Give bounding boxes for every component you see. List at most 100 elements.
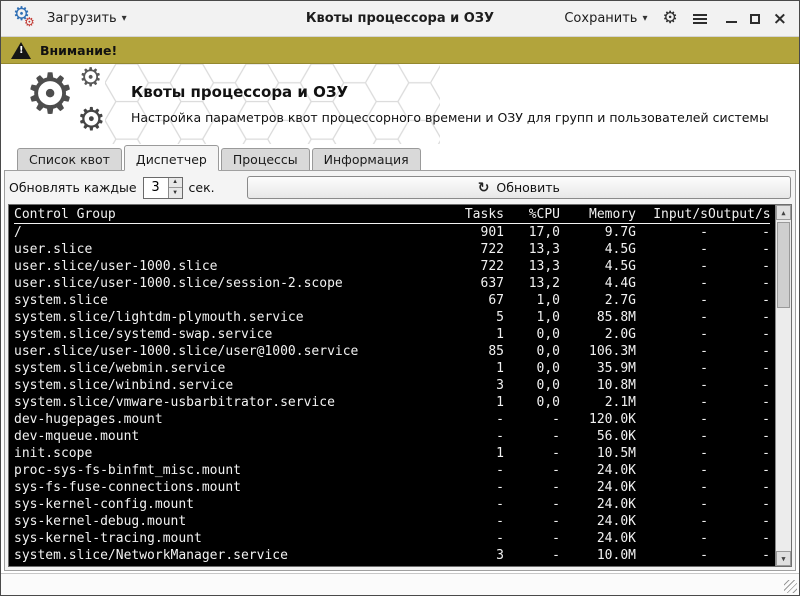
cgroup-name-cell: sys-kernel-config.mount: [14, 496, 444, 513]
cgroup-name-cell: system.slice: [14, 292, 444, 309]
table-row[interactable]: user.slice/user-1000.slice/user@1000.ser…: [14, 343, 770, 360]
value-cell: 0,0: [504, 343, 560, 360]
table-row[interactable]: user.slice72213,34.5G--: [14, 241, 770, 258]
value-cell: -: [444, 496, 504, 513]
interval-label: Обновлять каждые: [9, 180, 137, 195]
resize-grip[interactable]: [784, 580, 797, 593]
value-cell: -: [504, 513, 560, 530]
value-cell: 10.8M: [560, 377, 636, 394]
value-cell: -: [636, 496, 708, 513]
value-cell: -: [636, 513, 708, 530]
cgroup-terminal: Control GroupTasks%CPUMemoryInput/sOutpu…: [8, 204, 792, 567]
page-header: ⚙ ⚙ ⚙ Квоты процессора и ОЗУ Настройка п…: [1, 64, 799, 144]
value-cell: -: [708, 224, 770, 241]
cgroup-name-cell: system.slice/winbind.service: [14, 377, 444, 394]
value-cell: -: [708, 394, 770, 411]
load-menu-button[interactable]: Загрузить ▾: [47, 11, 127, 26]
interval-up-button[interactable]: ▲: [169, 178, 182, 188]
column-header: Tasks: [444, 207, 504, 222]
tab-quota-list[interactable]: Список квот: [17, 148, 122, 170]
table-row[interactable]: sys-fs-fuse-connections.mount--24.0K--: [14, 479, 770, 496]
table-row[interactable]: init.scope1-10.5M--: [14, 445, 770, 462]
window-close-button[interactable]: ×: [773, 12, 787, 26]
cgroup-name-cell: sys-kernel-debug.mount: [14, 513, 444, 530]
titlebar: ⚙ ⚙ Загрузить ▾ Квоты процессора и ОЗУ С…: [1, 1, 799, 37]
dispatcher-panel: Обновлять каждые ▲ ▼ сек. ↻ Обновить Con…: [4, 170, 796, 571]
tab-dispatcher[interactable]: Диспетчер: [124, 145, 219, 171]
tab-information[interactable]: Информация: [312, 148, 421, 170]
value-cell: -: [708, 479, 770, 496]
value-cell: 901: [444, 224, 504, 241]
interval-down-button[interactable]: ▼: [169, 187, 182, 198]
refresh-button[interactable]: ↻ Обновить: [247, 176, 791, 199]
value-cell: 3: [444, 547, 504, 564]
table-row[interactable]: user.slice/user-1000.slice/session-2.sco…: [14, 275, 770, 292]
value-cell: -: [444, 428, 504, 445]
table-row[interactable]: sys-kernel-config.mount--24.0K--: [14, 496, 770, 513]
table-row[interactable]: user.slice/user-1000.slice72213,34.5G--: [14, 258, 770, 275]
scrollbar-thumb[interactable]: [777, 222, 790, 308]
chevron-down-icon: ▾: [642, 13, 647, 24]
value-cell: 35.9M: [560, 360, 636, 377]
value-cell: 1,0: [504, 292, 560, 309]
app-logo: ⚙ ⚙ ⚙: [25, 67, 121, 141]
table-row[interactable]: system.slice/lightdm-plymouth.service51,…: [14, 309, 770, 326]
table-row[interactable]: sys-kernel-debug.mount--24.0K--: [14, 513, 770, 530]
value-cell: -: [444, 530, 504, 547]
status-bar: [1, 573, 799, 595]
value-cell: 1: [444, 445, 504, 462]
value-cell: 4.5G: [560, 241, 636, 258]
table-row[interactable]: dev-hugepages.mount--120.0K--: [14, 411, 770, 428]
value-cell: -: [444, 462, 504, 479]
cgroup-name-cell: system.slice/NetworkManager.service: [14, 547, 444, 564]
logo-gear-large-icon: ⚙: [25, 67, 75, 123]
value-cell: -: [636, 275, 708, 292]
cgroup-name-cell: init.scope: [14, 445, 444, 462]
vertical-scrollbar[interactable]: ▲ ▼: [775, 205, 791, 566]
value-cell: 13,2: [504, 275, 560, 292]
value-cell: -: [636, 292, 708, 309]
value-cell: 1: [444, 360, 504, 377]
value-cell: -: [636, 462, 708, 479]
table-row[interactable]: system.slice/systemd-swap.service10,02.0…: [14, 326, 770, 343]
table-row[interactable]: /90117,09.7G--: [14, 224, 770, 241]
scroll-down-button[interactable]: ▼: [776, 551, 791, 566]
value-cell: 24.0K: [560, 513, 636, 530]
table-row[interactable]: system.slice/vmware-usbarbitrator.servic…: [14, 394, 770, 411]
value-cell: -: [444, 411, 504, 428]
table-row[interactable]: system.slice/winbind.service30,010.8M--: [14, 377, 770, 394]
save-menu-button[interactable]: Сохранить ▾: [564, 11, 647, 26]
table-row[interactable]: system.slice/webmin.service10,035.9M--: [14, 360, 770, 377]
table-row[interactable]: proc-sys-fs-binfmt_misc.mount--24.0K--: [14, 462, 770, 479]
value-cell: 24.0K: [560, 496, 636, 513]
table-row[interactable]: dev-mqueue.mount--56.0K--: [14, 428, 770, 445]
value-cell: 2.1M: [560, 394, 636, 411]
value-cell: -: [636, 224, 708, 241]
cgroup-name-cell: sys-kernel-tracing.mount: [14, 530, 444, 547]
table-body: /90117,09.7G--user.slice72213,34.5G--use…: [14, 224, 770, 564]
settings-gear-icon[interactable]: ⚙: [663, 10, 678, 27]
interval-spinbox: ▲ ▼: [143, 177, 183, 199]
value-cell: 85.8M: [560, 309, 636, 326]
value-cell: 637: [444, 275, 504, 292]
window-maximize-button[interactable]: [750, 14, 760, 24]
app-icon: ⚙ ⚙: [13, 7, 37, 31]
value-cell: 24.0K: [560, 462, 636, 479]
value-cell: -: [504, 462, 560, 479]
value-cell: 9.7G: [560, 224, 636, 241]
value-cell: 1: [444, 394, 504, 411]
interval-input[interactable]: [144, 178, 168, 198]
table-row[interactable]: system.slice671,02.7G--: [14, 292, 770, 309]
value-cell: 67: [444, 292, 504, 309]
cgroup-name-cell: /: [14, 224, 444, 241]
table-row[interactable]: system.slice/NetworkManager.service3-10.…: [14, 547, 770, 564]
value-cell: -: [708, 445, 770, 462]
scroll-up-button[interactable]: ▲: [776, 205, 791, 220]
menu-hamburger-icon[interactable]: [693, 14, 707, 24]
value-cell: -: [636, 445, 708, 462]
warning-banner[interactable]: ! Внимание!: [1, 37, 799, 64]
table-row[interactable]: sys-kernel-tracing.mount--24.0K--: [14, 530, 770, 547]
window-minimize-button[interactable]: [726, 14, 737, 23]
tab-processes[interactable]: Процессы: [221, 148, 310, 170]
cgroup-name-cell: system.slice/systemd-swap.service: [14, 326, 444, 343]
